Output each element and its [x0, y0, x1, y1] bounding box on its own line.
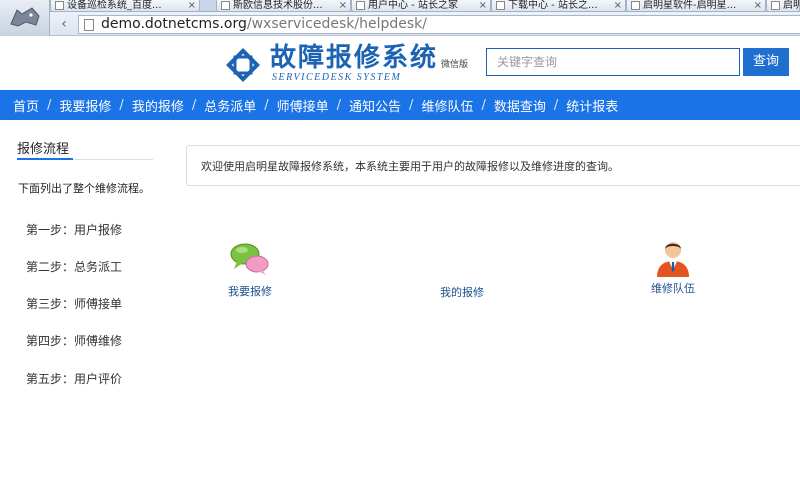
nav-separator: / — [119, 97, 124, 113]
site-subtitle: SERVICEDESK SYSTEM — [272, 72, 402, 83]
nav-separator: / — [409, 97, 414, 113]
page-icon — [84, 19, 94, 31]
quick-link-submit-repair[interactable]: 我要报修 — [222, 240, 278, 299]
page-favicon-icon — [55, 1, 64, 10]
nav-item-submit-repair[interactable]: 我要报修 — [59, 96, 111, 115]
nav-separator: / — [191, 97, 197, 113]
search-input[interactable] — [486, 48, 740, 76]
nav-separator: / — [47, 97, 52, 113]
sidebar-title-underline — [17, 158, 73, 160]
tab-close-icon[interactable]: × — [188, 0, 196, 11]
nav-separator: / — [264, 97, 269, 113]
wechat-version-link[interactable]: 微信版 — [441, 57, 468, 70]
nav-item-home[interactable]: 首页 — [13, 96, 39, 115]
browser-tab[interactable]: 启明星软件-启明星... × — [626, 0, 766, 12]
quick-link-label: 维修队伍 — [651, 282, 695, 295]
quick-link-label: 我的报修 — [440, 286, 484, 299]
page-favicon-icon — [221, 1, 230, 10]
url-field[interactable]: demo.dotnetcms.org/wxservicedesk/helpdes… — [78, 15, 800, 34]
tab-close-icon[interactable]: × — [479, 0, 487, 11]
nav-separator: / — [481, 97, 486, 113]
chat-bubbles-icon — [230, 243, 269, 275]
worker-avatar-icon — [657, 242, 689, 277]
main-nav: 首页 / 我要报修 / 我的报修 / 总务派单 / 师傅接单 / 通知公告 / … — [0, 90, 800, 120]
process-step: 第二步：总务派工 — [26, 260, 123, 274]
quick-link-label: 我要报修 — [228, 285, 272, 298]
back-arrow-icon[interactable]: ‹ — [52, 14, 76, 34]
tab-close-icon[interactable]: × — [754, 0, 762, 11]
page-favicon-icon — [771, 1, 780, 10]
nav-item-notices[interactable]: 通知公告 — [349, 96, 401, 115]
page-favicon-icon — [356, 1, 365, 10]
process-step: 第五步：用户评价 — [26, 372, 123, 386]
nav-item-data-query[interactable]: 数据查询 — [494, 96, 546, 115]
logo-diamond-icon — [226, 48, 260, 82]
browser-tab[interactable]: 斯欧信息技术股份... × — [216, 0, 351, 12]
sidebar-description: 下面列出了整个维修流程。 — [18, 182, 150, 195]
browser-tab[interactable]: 启明 — [766, 0, 800, 12]
nav-item-my-repairs[interactable]: 我的报修 — [132, 96, 184, 115]
url-path: /wxservicedesk/helpdesk/ — [246, 16, 427, 32]
quick-link-repair-team[interactable]: 维修队伍 — [645, 237, 701, 296]
page-favicon-icon — [496, 1, 505, 10]
sidebar-title: 报修流程 — [17, 142, 70, 157]
process-step: 第四步：师傅维修 — [26, 334, 123, 348]
browser-tab[interactable]: 下载中心 - 站长之... × — [491, 0, 626, 12]
nav-item-accept-order[interactable]: 师傅接单 — [277, 96, 329, 115]
site-title: 故障报修系统 — [270, 43, 439, 73]
search-button[interactable]: 查询 — [743, 48, 789, 76]
url-host: demo.dotnetcms.org — [101, 16, 247, 32]
page-favicon-icon — [631, 1, 640, 10]
browser-cat-icon — [10, 7, 40, 27]
nav-item-statistics[interactable]: 统计报表 — [566, 96, 618, 115]
quick-link-my-repairs[interactable]: 我的报修 — [434, 284, 490, 300]
browser-tab[interactable]: 设备巡检系统_百度... × — [50, 0, 200, 12]
process-step: 第一步：用户报修 — [26, 223, 123, 237]
browser-tab[interactable]: 用户中心 - 站长之家 × — [351, 0, 491, 12]
tab-close-icon[interactable]: × — [339, 0, 347, 11]
nav-separator: / — [336, 97, 342, 113]
browser-logo[interactable] — [0, 0, 50, 36]
nav-separator: / — [553, 97, 559, 113]
tab-close-icon[interactable]: × — [614, 0, 622, 11]
nav-item-repair-team[interactable]: 维修队伍 — [421, 96, 473, 115]
welcome-message: 欢迎使用启明星故障报修系统，本系统主要用于用户的故障报修以及维修进度的查询。 — [186, 145, 800, 186]
process-step: 第三步：师傅接单 — [26, 297, 123, 311]
nav-item-dispatch[interactable]: 总务派单 — [204, 96, 256, 115]
